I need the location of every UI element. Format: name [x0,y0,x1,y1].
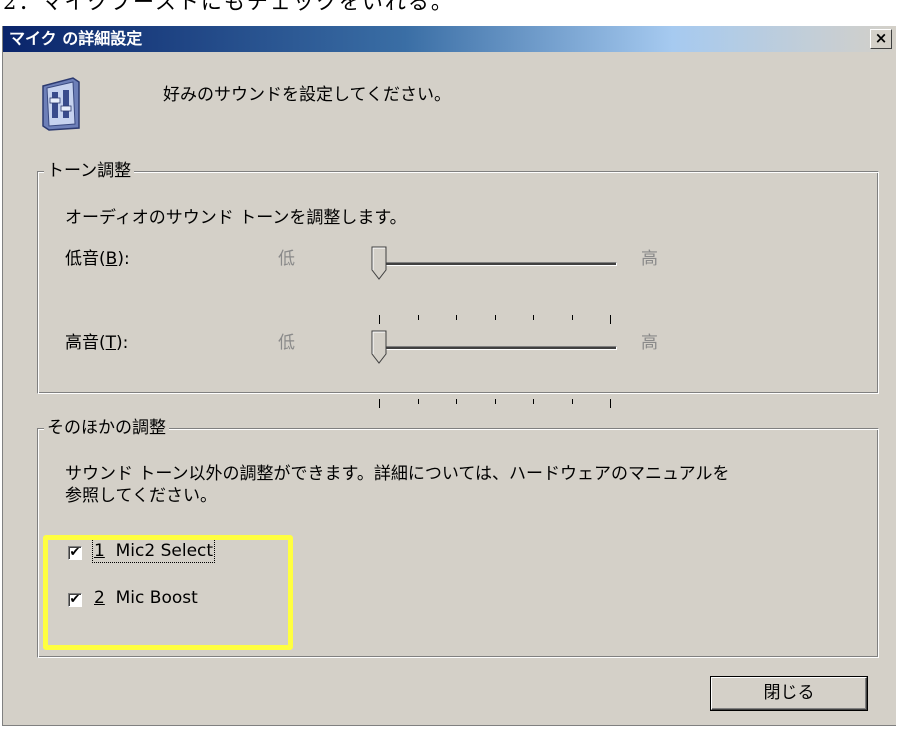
title-bar: マイク の詳細設定 × [3,26,896,52]
treble-slider-track[interactable] [377,346,617,350]
treble-low-label: 低 [278,333,295,353]
other-group-description-line2: 参照してください。 [65,486,217,506]
tone-adjust-group: トーン調整 オーディオのサウンド トーンを調整します。 低音(B): 低 高 高… [37,160,879,408]
close-button[interactable]: 閉じる [711,677,867,710]
treble-slider-tick [572,399,573,404]
bass-slider-tick [418,315,419,320]
bass-slider-track[interactable] [377,262,617,266]
treble-slider-tick [379,399,380,408]
treble-slider-tick [610,399,611,408]
tone-group-legend: トーン調整 [44,160,135,182]
other-group-legend: そのほかの調整 [44,417,169,439]
advanced-mic-settings-dialog: マイク の詳細設定 × 好みのサウンドを設定してください。 トーン調整 オーディ… [2,26,896,726]
treble-label: 高音(T): [65,333,129,353]
caption-text: 2：マイクブーストにもチェックをいれる。 [3,0,454,14]
tone-group-description: オーディオのサウンド トーンを調整します。 [65,208,407,228]
bass-slider-tick [610,315,611,324]
bass-label: 低音(B): [65,249,130,269]
highlight-box [43,535,293,650]
bass-high-label: 高 [641,249,658,269]
treble-high-label: 高 [641,333,658,353]
intro-text: 好みのサウンドを設定してください。 [163,85,451,105]
bass-slider-thumb[interactable] [371,246,387,280]
window-title: マイク の詳細設定 [9,29,143,48]
bass-slider-tick [379,315,380,324]
treble-slider-tick [533,399,534,404]
bass-slider-tick [495,315,496,320]
bass-low-label: 低 [278,249,295,269]
treble-slider-tick [495,399,496,404]
bass-slider-tick [572,315,573,320]
treble-slider-tick [456,399,457,404]
treble-slider-tick [418,399,419,404]
bass-slider-tick [456,315,457,320]
close-icon[interactable]: × [870,29,892,49]
treble-slider-thumb[interactable] [371,330,387,364]
bass-slider-tick [533,315,534,320]
speaker-settings-icon [42,77,80,131]
